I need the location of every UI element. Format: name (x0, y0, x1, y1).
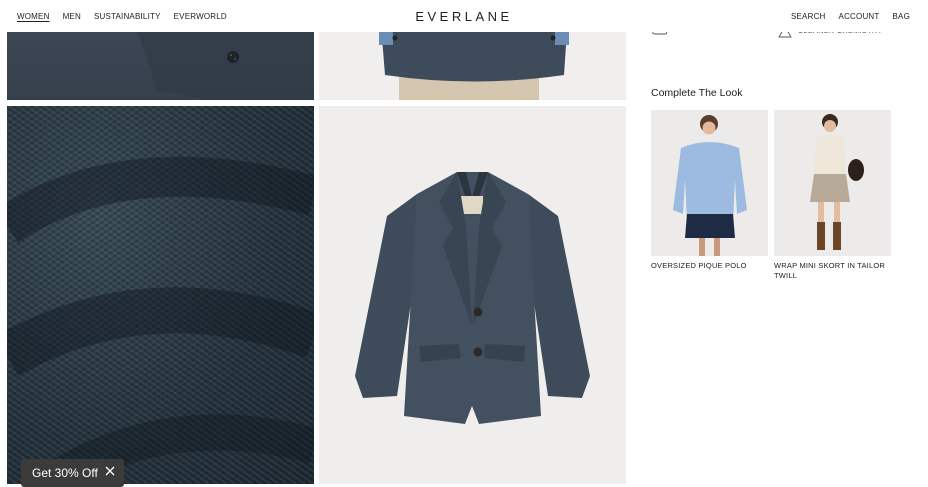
nav-search[interactable]: SEARCH (791, 12, 826, 21)
product-name[interactable]: OVERSIZED PIQUE POLO (651, 261, 768, 271)
top-nav: WOMEN MEN SUSTAINABILITY EVERWORLD EVERL… (0, 0, 928, 32)
product-image-wrap-mini-skort[interactable] (774, 110, 891, 256)
nav-account[interactable]: ACCOUNT (839, 12, 880, 21)
product-image-fabric-closeup[interactable] (7, 106, 314, 484)
promo-label: Get 30% Off (32, 466, 98, 480)
nav-bag[interactable]: BAG (893, 12, 911, 21)
product-image-pique-polo[interactable] (651, 110, 768, 256)
product-name[interactable]: WRAP MINI SKORT IN TAILOR TWILL (774, 261, 891, 281)
complete-the-look-title: Complete The Look (651, 87, 743, 99)
product-image-blazer-flat[interactable] (319, 106, 626, 484)
close-icon[interactable] (104, 465, 116, 477)
brand-logo[interactable]: EVERLANE (0, 9, 928, 24)
utility-nav: SEARCH ACCOUNT BAG (791, 12, 910, 21)
product-card-pique-polo[interactable]: OVERSIZED PIQUE POLO (651, 110, 768, 271)
discount-promo-button[interactable]: Get 30% Off (21, 459, 124, 487)
product-card-wrap-mini-skort[interactable]: WRAP MINI SKORT IN TAILOR TWILL (774, 110, 891, 281)
